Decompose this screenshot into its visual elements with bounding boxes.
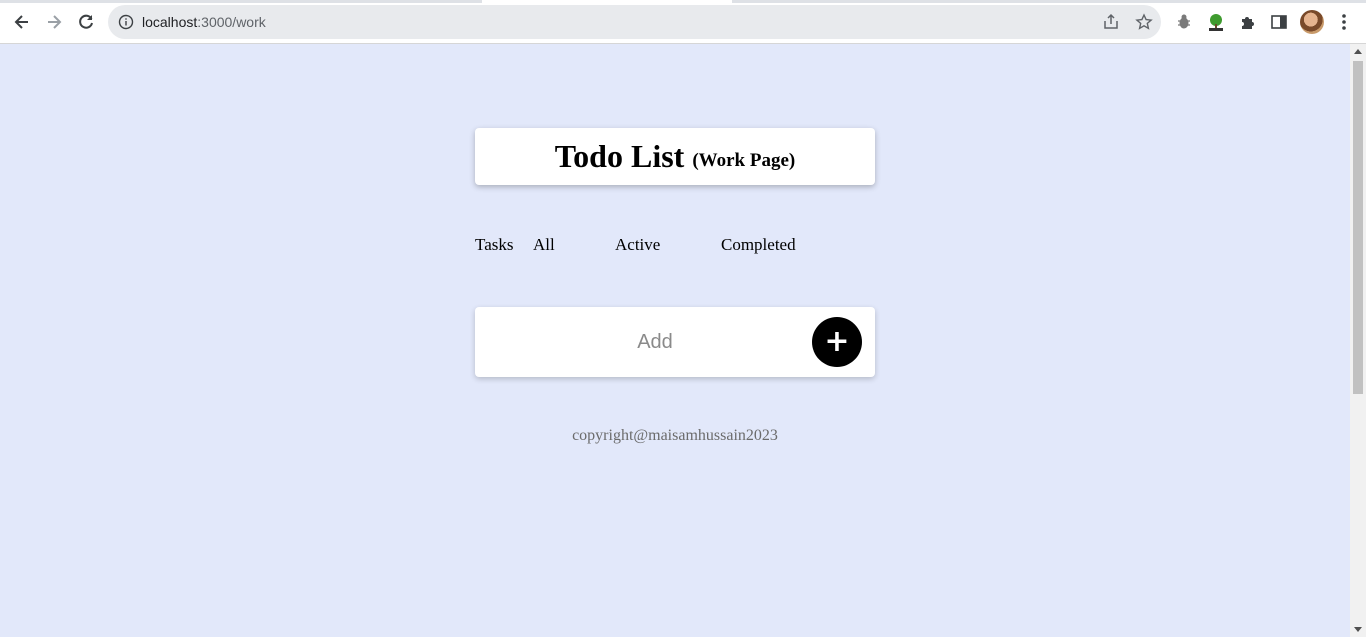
side-panel-icon[interactable] xyxy=(1268,11,1290,33)
add-task-input[interactable] xyxy=(495,325,815,359)
kebab-menu-icon[interactable] xyxy=(1333,11,1355,33)
tab-all[interactable]: All xyxy=(533,235,555,255)
browser-toolbar: localhost:3000/work xyxy=(0,0,1366,44)
tab-strip xyxy=(0,0,1366,3)
page-subtitle: (Work Page) xyxy=(692,149,796,171)
share-icon[interactable] xyxy=(1102,13,1120,31)
tab-active[interactable]: Active xyxy=(615,235,660,255)
scroll-up-arrow[interactable] xyxy=(1354,49,1362,54)
forward-button[interactable] xyxy=(40,8,68,36)
profile-avatar[interactable] xyxy=(1300,10,1324,34)
arrow-right-icon xyxy=(48,15,62,29)
arrow-left-icon xyxy=(14,15,28,29)
scroll-down-arrow[interactable] xyxy=(1354,627,1362,632)
footer-copyright: copyright@maisamhussain2023 xyxy=(572,427,778,444)
star-icon[interactable] xyxy=(1135,13,1153,31)
title-card: Todo List (Work Page) xyxy=(475,128,875,185)
bug-extension-icon[interactable] xyxy=(1173,11,1195,33)
address-bar[interactable]: localhost:3000/work xyxy=(108,5,1161,39)
reload-button[interactable] xyxy=(72,8,100,36)
scrollbar-thumb[interactable] xyxy=(1353,61,1363,394)
add-task-button[interactable]: + xyxy=(812,317,862,367)
page-content: Todo List (Work Page) Tasks All Active C… xyxy=(0,44,1350,637)
back-button[interactable] xyxy=(8,8,36,36)
url-path: :3000/work xyxy=(197,14,266,30)
tab-completed[interactable]: Completed xyxy=(721,235,796,255)
active-tab-indicator xyxy=(482,0,732,3)
url-text: localhost:3000/work xyxy=(142,14,266,30)
info-icon[interactable] xyxy=(118,14,134,30)
page-title: Todo List xyxy=(554,138,685,174)
reload-icon xyxy=(79,14,93,29)
tasks-label: Tasks xyxy=(475,235,514,254)
tree-extension-icon[interactable] xyxy=(1205,11,1227,33)
vertical-scrollbar[interactable] xyxy=(1350,44,1366,637)
add-task-card: + xyxy=(475,307,875,377)
url-host: localhost xyxy=(142,14,198,30)
puzzle-extensions-icon[interactable] xyxy=(1237,11,1259,33)
